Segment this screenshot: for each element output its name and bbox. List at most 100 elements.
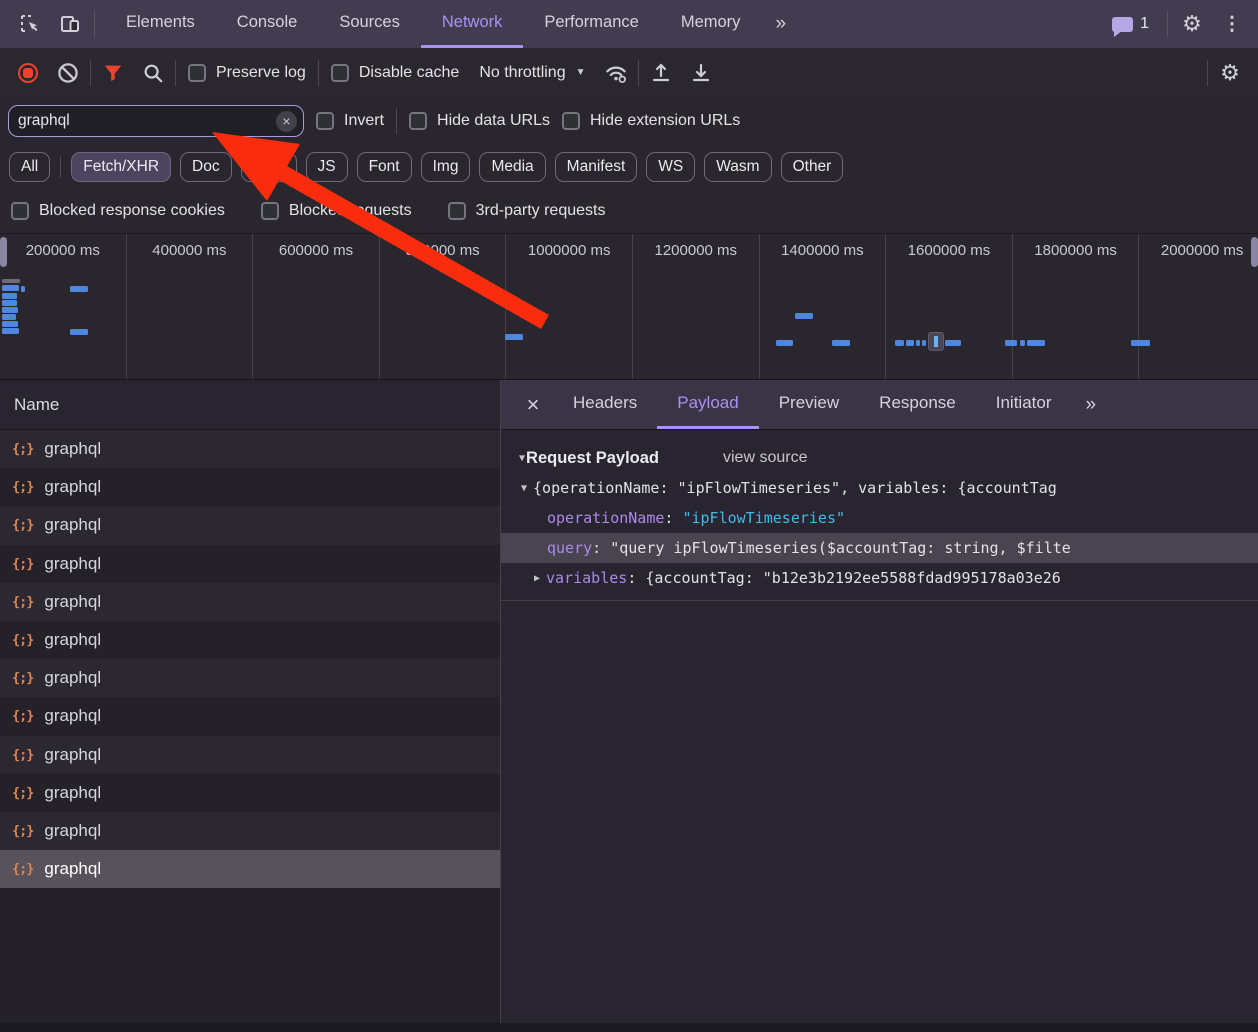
- more-detail-tabs-icon[interactable]: »: [1071, 380, 1108, 429]
- chip-other[interactable]: Other: [781, 152, 844, 182]
- chip-ws[interactable]: WS: [646, 152, 695, 182]
- waterfall-bar[interactable]: [916, 340, 920, 346]
- request-row[interactable]: {;}graphql: [0, 545, 500, 583]
- tab-performance[interactable]: Performance: [523, 0, 659, 48]
- request-row[interactable]: {;}graphql: [0, 812, 500, 850]
- payload-root-row[interactable]: ▼ {operationName: "ipFlowTimeseries", va…: [501, 473, 1258, 503]
- waterfall-bar[interactable]: [2, 279, 20, 283]
- waterfall-bar[interactable]: [2, 285, 19, 291]
- throttling-dropdown[interactable]: No throttling ▼: [471, 64, 593, 82]
- 3rd-party-requests-checkbox[interactable]: [448, 202, 466, 220]
- tab-sources[interactable]: Sources: [318, 0, 421, 48]
- waterfall-bar[interactable]: [21, 286, 25, 292]
- settings-gear-icon[interactable]: ⚙: [1172, 11, 1212, 37]
- request-row[interactable]: {;}graphql: [0, 774, 500, 812]
- name-column-header[interactable]: Name: [0, 380, 500, 430]
- request-row[interactable]: {;}graphql: [0, 850, 500, 888]
- waterfall-bar[interactable]: [922, 340, 926, 346]
- chip-css[interactable]: CSS: [241, 152, 297, 182]
- device-toolbar-icon[interactable]: [50, 0, 90, 48]
- waterfall-bar[interactable]: [1131, 340, 1150, 346]
- chip-manifest[interactable]: Manifest: [555, 152, 638, 182]
- selected-request-marker[interactable]: [928, 332, 944, 351]
- waterfall-bar[interactable]: [832, 340, 850, 346]
- clear-filter-icon[interactable]: ×: [276, 111, 297, 132]
- detail-tab-initiator[interactable]: Initiator: [976, 380, 1072, 429]
- waterfall-bar[interactable]: [2, 307, 18, 313]
- main-tab-strip: ElementsConsoleSourcesNetworkPerformance…: [105, 0, 761, 48]
- detail-tab-headers[interactable]: Headers: [553, 380, 657, 429]
- export-har-icon[interactable]: [683, 55, 719, 91]
- request-row[interactable]: {;}graphql: [0, 736, 500, 774]
- kebab-menu-icon[interactable]: ⋮: [1212, 13, 1252, 36]
- request-row[interactable]: {;}graphql: [0, 430, 500, 468]
- waterfall-bar[interactable]: [2, 328, 19, 334]
- network-overview-timeline[interactable]: 200000 ms400000 ms600000 ms800000 ms1000…: [0, 233, 1258, 380]
- inspect-element-icon[interactable]: [10, 0, 50, 48]
- waterfall-bar[interactable]: [1020, 340, 1025, 346]
- waterfall-bar[interactable]: [70, 329, 88, 335]
- import-har-icon[interactable]: [643, 55, 679, 91]
- payload-variables-row[interactable]: ▶ variables: {accountTag: "b12e3b2192ee5…: [501, 563, 1258, 593]
- request-row[interactable]: {;}graphql: [0, 659, 500, 697]
- waterfall-bar[interactable]: [2, 300, 17, 306]
- key-value-separator: :: [627, 569, 645, 587]
- request-row[interactable]: {;}graphql: [0, 506, 500, 544]
- detail-tab-preview[interactable]: Preview: [759, 380, 859, 429]
- blocked-requests-checkbox[interactable]: [261, 202, 279, 220]
- chip-doc[interactable]: Doc: [180, 152, 232, 182]
- expander-closed-icon: ▶: [534, 573, 540, 584]
- chip-fetch-xhr[interactable]: Fetch/XHR: [71, 152, 171, 182]
- detail-tab-payload[interactable]: Payload: [657, 380, 758, 429]
- issues-counter[interactable]: 1: [1112, 15, 1149, 33]
- record-network-log-button[interactable]: [10, 55, 46, 91]
- payload-operation-name-row[interactable]: operationName: "ipFlowTimeseries": [501, 503, 1258, 533]
- chip-js[interactable]: JS: [306, 152, 348, 182]
- request-payload-section-header[interactable]: ▼ Request Payload view source: [501, 443, 1258, 473]
- filter-input[interactable]: [18, 112, 276, 130]
- close-icon[interactable]: ×: [513, 380, 553, 429]
- preserve-log-checkbox[interactable]: [188, 64, 206, 82]
- chip-wasm[interactable]: Wasm: [704, 152, 771, 182]
- waterfall-bar[interactable]: [2, 321, 18, 327]
- timeline-right-handle[interactable]: [1251, 237, 1258, 267]
- network-conditions-icon[interactable]: [598, 55, 634, 91]
- tab-elements[interactable]: Elements: [105, 0, 216, 48]
- filter-icon[interactable]: [95, 55, 131, 91]
- hide-data-urls-checkbox[interactable]: [409, 112, 427, 130]
- timeline-left-handle[interactable]: [0, 237, 7, 267]
- tab-memory[interactable]: Memory: [660, 0, 762, 48]
- waterfall-bar[interactable]: [2, 314, 16, 320]
- waterfall-bar[interactable]: [505, 334, 523, 340]
- search-icon[interactable]: [135, 55, 171, 91]
- blocked-response-cookies-checkbox[interactable]: [11, 202, 29, 220]
- view-source-link[interactable]: view source: [723, 449, 807, 467]
- waterfall-bar[interactable]: [945, 340, 961, 346]
- waterfall-bar[interactable]: [776, 340, 793, 346]
- chip-font[interactable]: Font: [357, 152, 412, 182]
- clear-network-log-button[interactable]: [50, 55, 86, 91]
- request-row[interactable]: {;}graphql: [0, 468, 500, 506]
- waterfall-bar[interactable]: [2, 293, 17, 299]
- request-row[interactable]: {;}graphql: [0, 621, 500, 659]
- detail-tab-response[interactable]: Response: [859, 380, 976, 429]
- waterfall-bar[interactable]: [1027, 340, 1045, 346]
- disable-cache-checkbox[interactable]: [331, 64, 349, 82]
- chip-all[interactable]: All: [9, 152, 50, 182]
- waterfall-bar[interactable]: [70, 286, 88, 292]
- chip-media[interactable]: Media: [479, 152, 545, 182]
- waterfall-bar[interactable]: [906, 340, 914, 346]
- hide-extension-urls-checkbox[interactable]: [562, 112, 580, 130]
- more-tabs-icon[interactable]: »: [761, 0, 798, 48]
- chip-img[interactable]: Img: [421, 152, 471, 182]
- waterfall-bar[interactable]: [1005, 340, 1017, 346]
- tab-console[interactable]: Console: [216, 0, 319, 48]
- waterfall-bar[interactable]: [895, 340, 904, 346]
- network-settings-gear-icon[interactable]: ⚙: [1212, 55, 1248, 91]
- waterfall-bar[interactable]: [795, 313, 813, 319]
- invert-checkbox[interactable]: [316, 112, 334, 130]
- request-row[interactable]: {;}graphql: [0, 697, 500, 735]
- request-row[interactable]: {;}graphql: [0, 583, 500, 621]
- payload-query-row[interactable]: query: "query ipFlowTimeseries($accountT…: [501, 533, 1258, 563]
- tab-network[interactable]: Network: [421, 0, 524, 48]
